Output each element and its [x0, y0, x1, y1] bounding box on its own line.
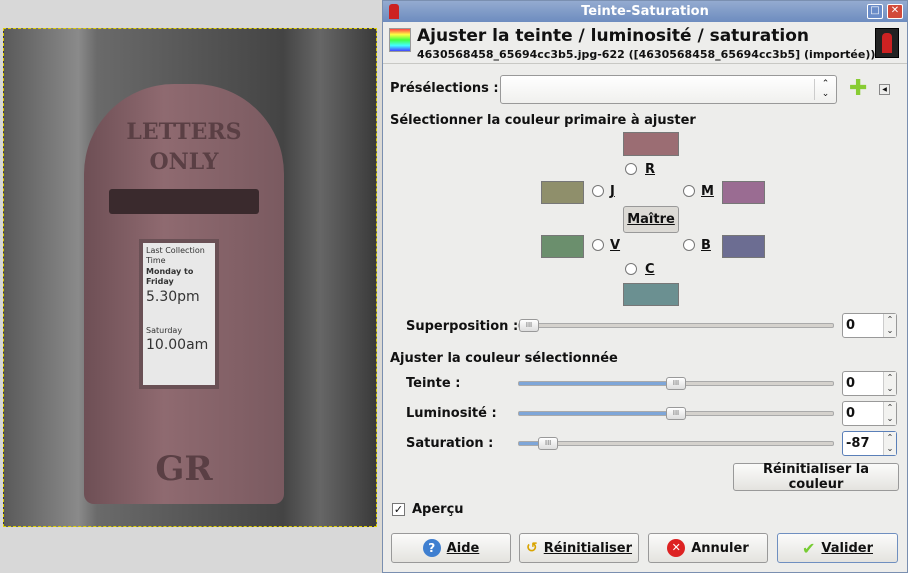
overlap-spinbutton[interactable]: 0 ⌃ ⌄ — [842, 313, 897, 338]
header-subtitle: 4630568458_65694cc3b5.jpg-622 ([46305684… — [417, 48, 876, 61]
saturation-slider[interactable]: III — [518, 437, 834, 450]
help-button[interactable]: ? Aide — [391, 533, 511, 563]
title-bar: Teinte-Saturation □ ✕ — [383, 1, 907, 22]
image-thumbnail — [875, 28, 899, 58]
preview-checkbox[interactable]: ✓ — [392, 503, 405, 516]
dialog-header: Ajuster la teinte / luminosité / saturat… — [383, 22, 907, 64]
maximize-icon[interactable]: □ — [867, 4, 883, 19]
swatch-green — [541, 235, 584, 258]
hue-saturation-dialog: Teinte-Saturation □ ✕ Ajuster la teinte … — [382, 0, 908, 573]
radio-green[interactable] — [592, 239, 604, 251]
reset-button[interactable]: ↺ Réinitialiser — [519, 533, 639, 563]
hue-saturation-icon — [389, 28, 411, 52]
swatch-cyan — [623, 283, 679, 306]
overlap-slider[interactable]: III — [518, 319, 834, 332]
lightness-slider[interactable]: III — [518, 407, 834, 420]
check-icon: ✔ — [802, 538, 816, 558]
ok-button[interactable]: ✔ Valider — [777, 533, 898, 563]
collection-notice: Last Collection Time Monday to Friday 5.… — [139, 239, 219, 389]
add-preset-icon[interactable]: ✚ — [849, 78, 867, 100]
radio-cyan[interactable] — [625, 263, 637, 275]
radio-blue[interactable] — [683, 239, 695, 251]
radio-yellow[interactable] — [592, 185, 604, 197]
reset-color-button[interactable]: Réinitialiser la couleur — [733, 462, 899, 492]
hue-slider[interactable]: III — [518, 377, 834, 390]
cancel-icon: ✕ — [667, 539, 686, 557]
close-icon[interactable]: ✕ — [887, 4, 903, 19]
cancel-button[interactable]: ✕ Annuler — [648, 533, 768, 563]
preset-menu-icon[interactable]: ◀ — [879, 84, 890, 95]
help-icon: ? — [422, 539, 441, 557]
header-title: Ajuster la teinte / luminosité / saturat… — [417, 26, 809, 46]
master-button[interactable]: Maître — [623, 206, 679, 233]
swatch-yellow — [541, 181, 584, 204]
swatch-magenta — [722, 181, 765, 204]
presets-combo[interactable]: ⌃ ⌄ — [500, 75, 837, 104]
radio-red[interactable] — [625, 163, 637, 175]
hue-spinbutton[interactable]: 0 ⌃ ⌄ — [842, 371, 897, 396]
app-icon — [389, 4, 399, 19]
swatch-blue — [722, 235, 765, 258]
radio-magenta[interactable] — [683, 185, 695, 197]
reset-icon: ↺ — [525, 540, 538, 556]
image-preview: LETTERS ONLY GR Last Collection Time Mon… — [3, 28, 377, 527]
chevron-updown-icon: ⌃ ⌄ — [814, 79, 836, 100]
image-canvas[interactable]: LETTERS ONLY GR Last Collection Time Mon… — [0, 0, 380, 573]
lightness-spinbutton[interactable]: 0 ⌃ ⌄ — [842, 401, 897, 426]
swatch-red — [623, 132, 679, 156]
saturation-spinbutton[interactable]: -87 ⌃ ⌄ — [842, 431, 897, 456]
